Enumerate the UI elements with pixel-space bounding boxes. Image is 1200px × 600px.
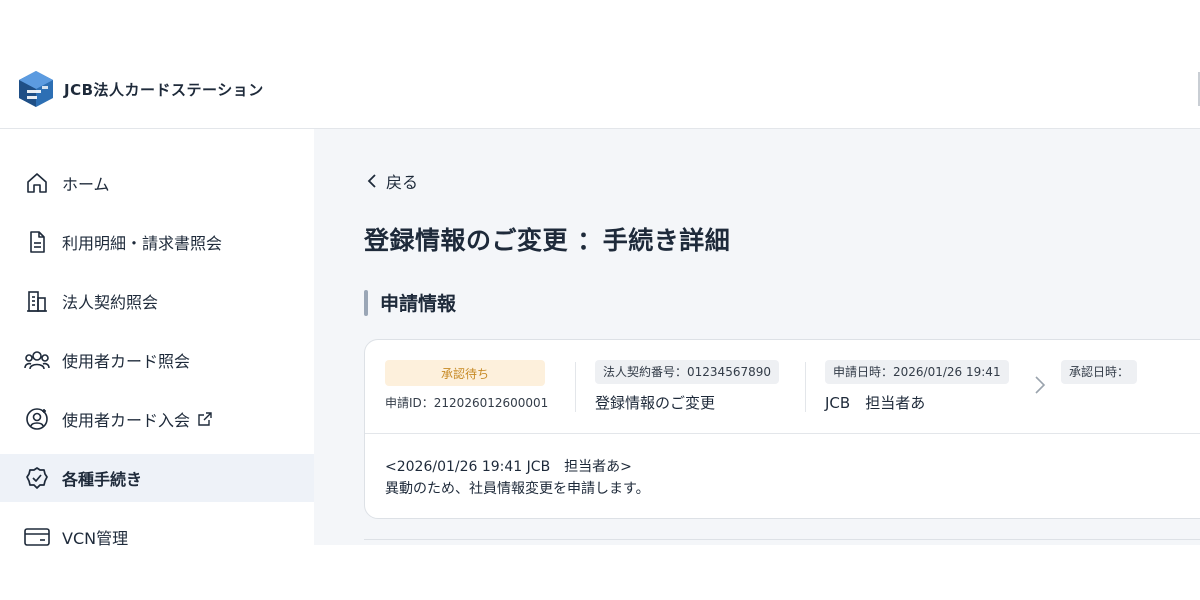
application-id-label: 申請ID： [385,396,434,410]
external-link-icon [198,411,214,427]
application-card: 承認待ち 申請ID：212026012600001 法人契約番号：0123456… [364,339,1200,519]
applied-at-value: 2026/01/26 19:41 [893,365,1001,379]
sidebar-item-contract[interactable]: 法人契約照会 [0,277,314,325]
sidebar-item-home[interactable]: ホーム [0,159,314,207]
page: JCB法人カードステーション ホーム 利用明細・請求書照会 法人契約照会 使用者… [0,0,1200,600]
comment-header: <2026/01/26 19:41 JCB 担当者あ> [385,459,632,475]
sidebar-item-vcn[interactable]: VCN管理 [0,513,314,561]
sidebar-item-statements[interactable]: 利用明細・請求書照会 [0,218,314,266]
section-accent-bar [364,289,368,316]
contract-column: 法人契約番号：01234567890 登録情報のご変更 [595,360,779,413]
jcb-logo-icon [19,71,53,107]
section-title: 申請情報 [380,293,457,315]
application-id-value: 212026012600001 [433,396,549,410]
sidebar-item-label: VCN管理 [62,529,129,548]
application-summary: 承認待ち 申請ID：212026012600001 法人契約番号：0123456… [365,340,1200,434]
column-divider [805,362,806,412]
applied-column: 申請日時：2026/01/26 19:41 JCB 担当者あ [825,360,1009,413]
sidebar-item-label: 使用者カード入会 [62,411,191,430]
brand-logo[interactable]: JCB法人カードステーション [18,70,264,108]
users-icon [24,347,50,373]
home-icon [24,170,50,196]
user-add-icon [24,406,50,432]
building-icon [24,288,50,314]
contract-number: 01234567890 [687,365,771,379]
chevron-left-icon [367,174,376,188]
document-icon [24,229,50,255]
application-id: 申請ID：212026012600001 [385,394,548,411]
sidebar-item-label: 法人契約照会 [62,293,159,312]
sidebar-item-label: ホーム [62,175,110,194]
applied-at-label: 申請日時： [833,365,894,379]
contract-number-chip: 法人契約番号：01234567890 [595,360,779,384]
application-comment: <2026/01/26 19:41 JCB 担当者あ> 異動のため、社員情報変更… [385,456,650,500]
comment-body: 異動のため、社員情報変更を申請します。 [385,481,650,497]
applicant-name: JCB 担当者あ [825,394,926,412]
back-link[interactable]: 戻る [366,169,418,193]
approved-column: 承認日時： [1061,360,1138,384]
sidebar-item-user-card-enroll[interactable]: 使用者カード入会 [0,395,314,443]
status-badge: 承認待ち [385,360,545,386]
procedure-name: 登録情報のご変更 [595,394,716,412]
app-header: JCB法人カードステーション [0,40,1200,129]
check-badge-icon [24,465,50,491]
sidebar-item-procedures[interactable]: 各種手続き [0,454,314,502]
column-divider [575,362,576,412]
applied-at-chip: 申請日時：2026/01/26 19:41 [825,360,1009,384]
status-column: 承認待ち 申請ID：212026012600001 [385,360,548,411]
section-header: 申請情報 [364,289,456,316]
sidebar: ホーム 利用明細・請求書照会 法人契約照会 使用者カード照会 使用者カード入会 [0,129,314,548]
back-label: 戻る [386,173,419,192]
contract-label: 法人契約番号： [603,365,688,379]
section-divider [364,539,1200,540]
main-content: 戻る 登録情報のご変更 ：手続き詳細 申請情報 承認待ち 申請ID：212026… [314,129,1200,545]
page-title: 登録情報のご変更 ：手続き詳細 [364,226,731,255]
sidebar-item-label: 使用者カード照会 [62,352,191,371]
card-icon [24,524,50,550]
approved-at-chip: 承認日時： [1061,360,1138,384]
sidebar-item-user-card[interactable]: 使用者カード照会 [0,336,314,384]
chevron-right-icon [1035,376,1046,394]
sidebar-item-label: 利用明細・請求書照会 [62,234,223,253]
sidebar-item-label: 各種手続き [62,470,143,489]
brand-name: JCB法人カードステーション [64,80,264,99]
